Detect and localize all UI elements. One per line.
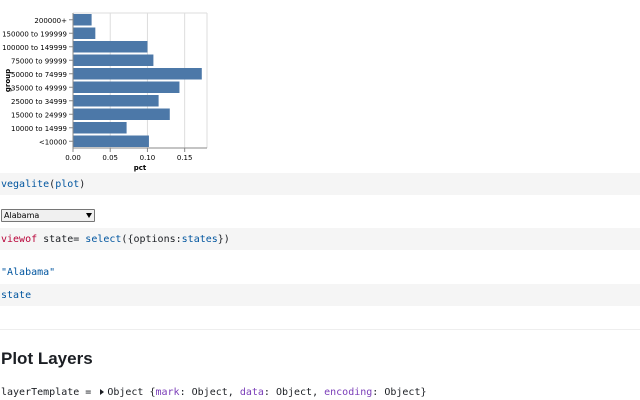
chevron-down-icon [86,213,92,218]
x-tick-label: 0.10 [140,154,156,162]
y-tick-label: 150000 to 199999 [2,30,67,38]
y-axis-title: group [4,69,12,92]
output-string: "Alabama" [1,266,56,278]
code-brace-open: ({ [121,233,134,245]
code-keyword: viewof [1,233,38,245]
x-tick-label: 0.00 [65,154,81,162]
bar [73,95,159,107]
output-state-value: "Alabama" [0,262,640,282]
bar [73,108,170,120]
x-tick-label: 0.15 [177,154,193,162]
code-fn: vegalite [1,178,50,190]
y-tick-label: 25000 to 34999 [11,98,67,106]
state-select[interactable]: Alabama [1,209,95,222]
code-name: state= [37,233,86,245]
bar [73,81,180,93]
bar [73,41,148,53]
code-arg: plot [55,178,80,190]
x-tick-label: 0.05 [102,154,118,162]
bar [73,135,149,147]
bar [73,54,154,66]
layer-val-encoding: : Object} [372,386,427,398]
layer-key-data: data [239,386,264,398]
y-tick-label: 10000 to 14999 [11,125,67,133]
code-cell-viewof[interactable]: viewof state= select({options: states}) [0,228,640,250]
output-layer-template[interactable]: layerTemplate = Object {mark: Object, da… [0,384,640,400]
expand-caret-icon[interactable] [100,389,105,395]
code-prop: options [133,233,176,245]
y-tick-label: <10000 [39,138,67,146]
code-cell-state[interactable]: state [0,284,640,306]
code-fn: select [85,233,122,245]
state-select-value: Alabama [4,211,40,220]
bar-chart: 200000+ 150000 to 199999 100000 to 149999 7… [2,12,208,172]
y-tick-label: 15000 to 24999 [11,111,67,119]
code-ref: state [1,289,32,301]
layer-val-mark: : Object, [179,386,240,398]
y-tick-label: 50000 to 74999 [11,71,67,79]
code-paren-close: ) [79,178,86,190]
layer-key-encoding: encoding [324,386,373,398]
y-tick-label: 35000 to 49999 [11,84,67,92]
code-arg: states [181,233,218,245]
bar [73,27,96,39]
y-tick-label: 75000 to 99999 [11,57,67,65]
x-axis-title: pct [134,164,147,172]
layer-key-mark: mark [155,386,180,398]
code-cell-vegalite[interactable]: vegalite(plot) [0,173,640,195]
code-brace-close: }) [217,233,230,245]
layer-name: layerTemplate = [1,386,98,398]
bar [73,122,127,134]
layer-val-data: : Object, [263,386,325,398]
bar [73,14,92,26]
section-heading: Plot Layers [1,349,93,368]
y-tick-label: 100000 to 149999 [2,44,67,52]
layer-type: Object { [107,386,156,398]
bar [73,68,202,80]
y-tick-label: 200000+ [34,17,67,25]
section-divider [0,329,640,330]
